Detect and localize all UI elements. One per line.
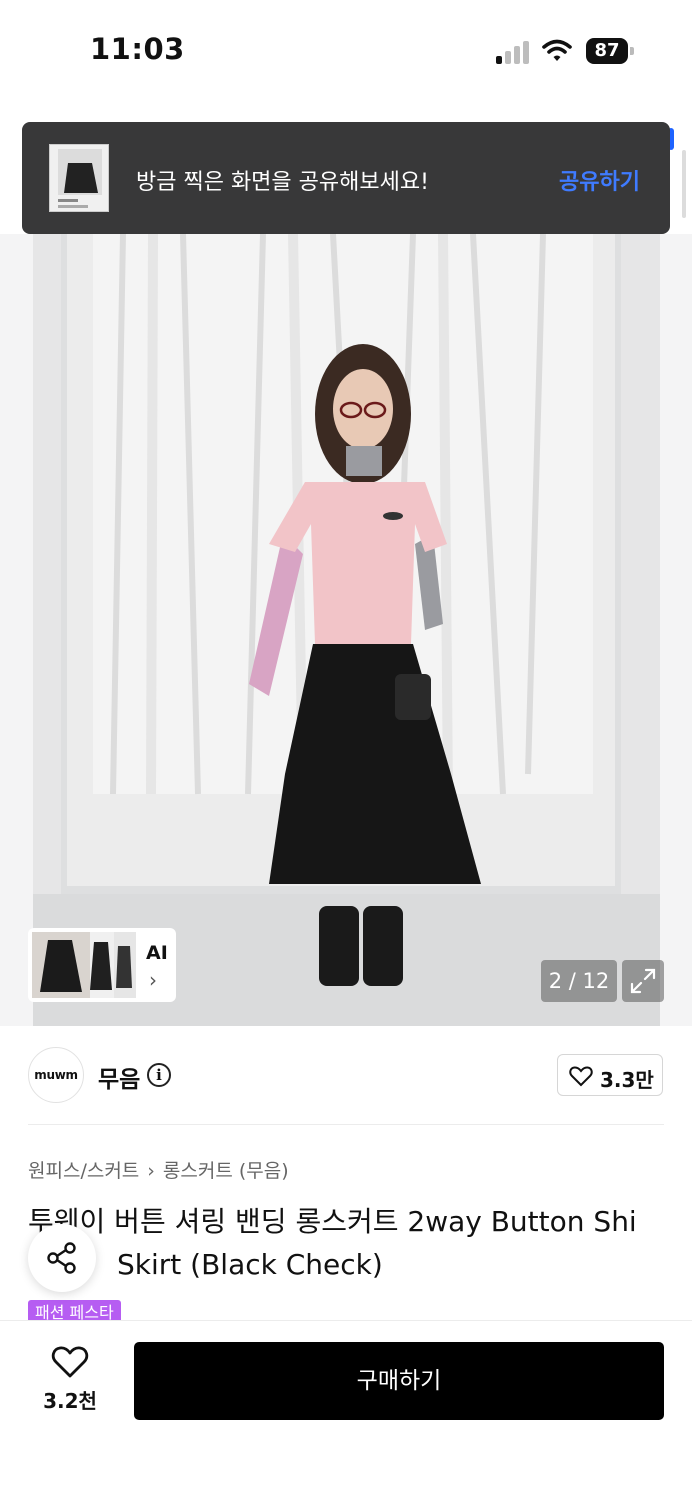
brand-logo[interactable]: muwm xyxy=(28,1047,84,1103)
divider xyxy=(28,1124,664,1125)
breadcrumb-subcategory[interactable]: 롱스커트 (무음) xyxy=(163,1160,289,1182)
breadcrumb: 원피스/스커트 › 롱스커트 (무음) xyxy=(28,1156,289,1183)
brand-like-count: 3.3만 xyxy=(600,1068,654,1092)
status-bar: 11:03 87 xyxy=(0,0,692,100)
battery-level: 87 xyxy=(586,38,628,64)
image-counter: 2 / 12 xyxy=(541,960,617,1002)
wifi-icon xyxy=(542,38,572,64)
bottom-action-bar: 3.2천 구매하기 xyxy=(0,1320,692,1500)
status-time: 11:03 xyxy=(90,32,185,66)
wishlist-heart-icon[interactable] xyxy=(51,1345,89,1383)
buy-button[interactable]: 구매하기 xyxy=(134,1342,664,1420)
breadcrumb-category[interactable]: 원피스/스커트 xyxy=(28,1160,139,1182)
ai-thumbnails xyxy=(32,932,136,998)
chevron-right-icon: › xyxy=(149,968,157,992)
ai-similar-products-button[interactable]: AI › xyxy=(28,928,176,1002)
toast-message: 방금 찍은 화면을 공유해보세요! xyxy=(136,170,429,195)
expand-icon[interactable] xyxy=(622,960,664,1002)
battery-icon: 87 xyxy=(586,38,634,64)
signal-icon xyxy=(496,40,532,64)
product-image[interactable] xyxy=(33,234,660,1026)
share-toast: 방금 찍은 화면을 공유해보세요! 공유하기 xyxy=(22,122,670,234)
ai-label: AI xyxy=(146,942,168,964)
wishlist-count: 3.2천 xyxy=(43,1389,97,1413)
scrollbar[interactable] xyxy=(682,150,686,218)
chevron-right-icon: › xyxy=(147,1160,155,1182)
share-button[interactable] xyxy=(28,1224,96,1292)
screenshot-thumbnail[interactable] xyxy=(49,144,109,212)
product-title: 투웨이 버튼 셔링 밴딩 롱스커트 2way Button Shi Skirt … xyxy=(28,1205,637,1281)
brand-name[interactable]: 무음 xyxy=(98,1060,140,1094)
brand-like-button[interactable]: 3.3만 xyxy=(557,1054,663,1096)
share-icon xyxy=(47,1242,76,1274)
info-icon[interactable]: i xyxy=(147,1063,171,1087)
heart-icon xyxy=(569,1066,593,1087)
share-action-button[interactable]: 공유하기 xyxy=(559,164,640,196)
